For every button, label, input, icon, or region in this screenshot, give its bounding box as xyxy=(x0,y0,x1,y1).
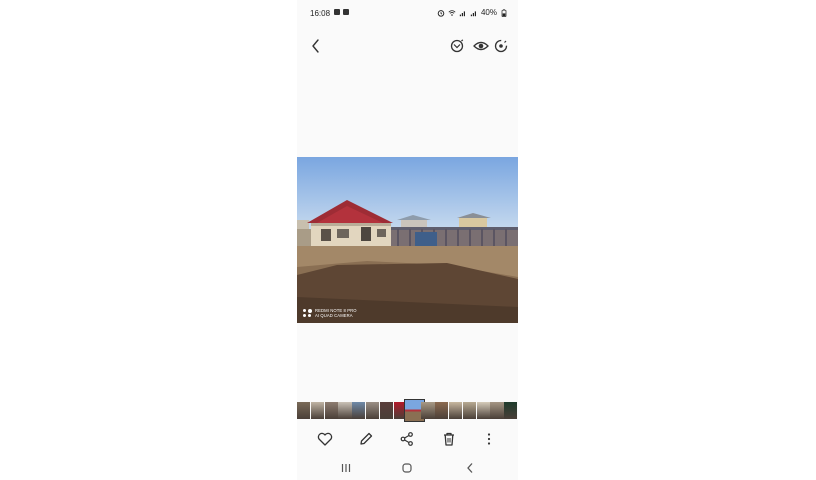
thumbnail[interactable] xyxy=(490,402,504,419)
thumbnail[interactable] xyxy=(462,402,476,419)
thumbnail[interactable] xyxy=(310,402,325,419)
watermark-line2: AI QUAD CAMERA xyxy=(315,313,353,318)
main-photo[interactable]: REDMI NOTE 8 PRO AI QUAD CAMERA xyxy=(297,157,518,323)
thumbnail[interactable] xyxy=(297,402,311,419)
alarm-icon xyxy=(437,9,445,17)
delete-icon[interactable] xyxy=(440,430,458,448)
view-icon[interactable] xyxy=(471,36,491,56)
signal-icon-2 xyxy=(470,10,476,16)
phone-screen: 16:08 40% REDMI NOTE 8 PRO AI QUAD CAMER… xyxy=(297,0,518,480)
viewer-toolbar xyxy=(297,30,518,62)
gallery-notification-icon xyxy=(334,9,340,15)
back-arrow-icon[interactable] xyxy=(306,36,326,56)
thumbnail[interactable] xyxy=(324,402,338,419)
recent-apps-icon[interactable] xyxy=(338,460,354,476)
thumbnail[interactable] xyxy=(366,402,380,419)
signal-icon xyxy=(459,10,465,16)
notification-icons xyxy=(334,9,349,15)
status-time: 16:08 xyxy=(310,9,331,18)
thumbnail[interactable] xyxy=(421,402,435,419)
photo-notification-icon xyxy=(343,9,349,15)
battery-percent: 40% xyxy=(480,8,497,17)
camera-watermark-icon xyxy=(303,308,312,318)
thumbnail[interactable] xyxy=(476,402,490,419)
thumbnail[interactable] xyxy=(504,402,518,419)
remaster-icon[interactable] xyxy=(447,36,467,56)
status-bar: 16:08 40% xyxy=(297,0,518,26)
thumbnail[interactable] xyxy=(448,402,463,419)
home-icon[interactable] xyxy=(399,460,415,476)
system-nav-bar xyxy=(297,456,518,480)
bixby-vision-icon[interactable] xyxy=(491,36,511,56)
back-icon[interactable] xyxy=(462,460,478,476)
battery-icon xyxy=(501,8,507,17)
status-right: 40% xyxy=(437,8,508,17)
thumbnail-filmstrip[interactable] xyxy=(297,399,518,422)
share-icon[interactable] xyxy=(398,430,416,448)
wifi-icon xyxy=(448,9,456,16)
photo-image xyxy=(297,157,518,323)
more-options-icon[interactable] xyxy=(480,430,498,448)
thumbnail[interactable] xyxy=(379,402,394,419)
camera-watermark: REDMI NOTE 8 PRO AI QUAD CAMERA xyxy=(303,308,357,318)
thumbnail[interactable] xyxy=(435,402,449,419)
thumbnail[interactable] xyxy=(338,402,352,419)
action-bar xyxy=(297,428,518,450)
edit-icon[interactable] xyxy=(357,430,375,448)
thumbnail[interactable] xyxy=(352,402,366,419)
favorite-icon[interactable] xyxy=(316,430,334,448)
